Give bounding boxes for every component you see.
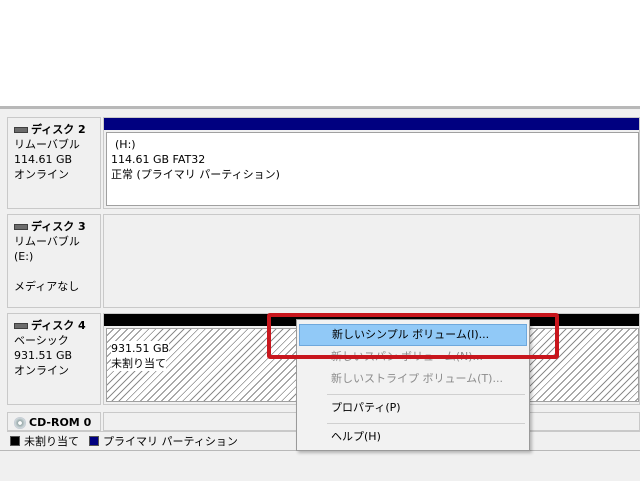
volume-size-fs: 114.61 GB FAT32 [111, 153, 206, 166]
unallocated-label: 未割り当て [111, 356, 166, 371]
disk-drive-icon [14, 223, 28, 230]
volume-letter: (H:) [115, 138, 136, 151]
volume-area-2: (H:) 114.61 GB FAT32 正常 (プライマリ パーティション) [103, 117, 640, 209]
disk-title: CD-ROM 0 [29, 416, 92, 429]
menu-new-simple-volume[interactable]: 新しいシンプル ボリューム(I)... [299, 324, 527, 346]
disk-type: リムーバブル (E:) [14, 235, 80, 263]
disk-title: ディスク 4 [31, 319, 86, 332]
disk-type: リムーバブル [14, 138, 80, 151]
volume-area-3 [103, 214, 640, 308]
disk-name-2: ディスク 2 [14, 122, 100, 137]
status-strip [0, 450, 640, 481]
disk-name-4: ディスク 4 [14, 318, 100, 333]
disk-type: ベーシック [14, 334, 69, 347]
menu-new-striped-volume[interactable]: 新しいストライプ ボリューム(T)... [299, 368, 527, 390]
disk-info-4[interactable]: ディスク 4 ベーシック 931.51 GB オンライン [7, 313, 101, 405]
disk-media-status: メディアなし [14, 280, 80, 293]
menu-separator [327, 423, 525, 424]
disk-info-2[interactable]: ディスク 2 リムーバブル 114.61 GB オンライン [7, 117, 101, 209]
legend-label-unallocated: 未割り当て [24, 435, 79, 448]
disk-drive-icon [14, 126, 28, 133]
disk-row-2: ディスク 2 リムーバブル 114.61 GB オンライン (H:) 114.6… [7, 117, 640, 209]
volume-state: 正常 (プライマリ パーティション) [111, 168, 280, 181]
disk-row-3: ディスク 3 リムーバブル (E:) メディアなし [7, 214, 640, 308]
disk-name-3: ディスク 3 [14, 219, 100, 234]
unallocated-size: 931.51 GB [111, 341, 170, 356]
disk-info-3[interactable]: ディスク 3 リムーバブル (E:) メディアなし [7, 214, 101, 308]
legend-swatch-primary [89, 436, 99, 446]
disk-status: オンライン [14, 168, 69, 181]
disk-title: ディスク 3 [31, 220, 86, 233]
disk-name-cdrom: CD-ROM 0 [14, 415, 100, 430]
volume-h[interactable]: (H:) 114.61 GB FAT32 正常 (プライマリ パーティション) [106, 132, 639, 206]
volume-bar-primary [104, 118, 639, 130]
upper-volume-list-area [0, 0, 640, 106]
menu-properties[interactable]: プロパティ(P) [299, 397, 527, 419]
disk-title: ディスク 2 [31, 123, 86, 136]
disk-size: 114.61 GB [14, 153, 73, 166]
legend-swatch-unallocated [10, 436, 20, 446]
disk-size: 931.51 GB [14, 349, 73, 362]
menu-separator [327, 394, 525, 395]
menu-new-spanned-volume[interactable]: 新しいスパン ボリューム(N)... [299, 346, 527, 368]
cd-rom-icon [14, 416, 26, 429]
disk-info-cdrom[interactable]: CD-ROM 0 [7, 412, 101, 431]
menu-help[interactable]: ヘルプ(H) [299, 426, 527, 448]
disk-status: オンライン [14, 364, 69, 377]
disk-drive-icon [14, 322, 28, 329]
legend-label-primary: プライマリ パーティション [103, 435, 238, 448]
context-menu: 新しいシンプル ボリューム(I)... 新しいスパン ボリューム(N)... 新… [296, 319, 530, 451]
